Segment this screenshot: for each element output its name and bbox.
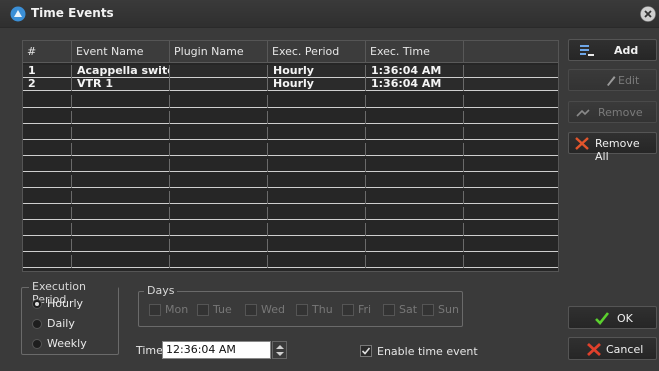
radio-daily-label: Daily [47,317,75,330]
exec-time-cell: 1:36:04 AM [366,65,464,78]
radio-hourly-label: Hourly [47,297,84,310]
empty-row [23,239,558,252]
time-input[interactable]: 12:36:04 AM [162,341,271,359]
ok-button-label: OK [617,312,633,325]
column-header-plugin-name[interactable]: Plugin Name [170,41,268,63]
radio-button[interactable] [32,299,42,309]
time-events-dialog: Time Events # Event Name Plugin Name Exe… [0,0,659,371]
enable-time-event-label: Enable time event [377,345,478,358]
time-spinner[interactable] [272,341,287,359]
checkbox[interactable] [360,345,372,357]
extra-cell [464,78,558,91]
cancel-button-label: Cancel [606,343,644,356]
extra-cell [464,65,558,78]
empty-row [23,159,558,172]
title-bar: Time Events [0,0,659,28]
execution-period-group: Execution Period Hourly Daily Weekly [21,280,119,355]
pencil-icon [607,76,616,86]
checkbox[interactable] [245,304,257,316]
column-header-number[interactable]: # [23,41,72,63]
events-table[interactable]: # Event Name Plugin Name Exec. Period Ex… [22,40,559,272]
exec-time-cell: 1:36:04 AM [366,78,464,91]
close-icon[interactable] [640,6,656,22]
column-header-extra [464,41,558,63]
edit-button[interactable]: Edit [568,69,657,91]
app-logo-icon [10,6,26,22]
checkbox[interactable] [383,304,395,316]
add-button[interactable]: Add [568,39,657,61]
radio-button[interactable] [32,319,42,329]
empty-row [23,207,558,220]
days-group: Days Mon Tue Wed Thu Fri Sat Sun [138,284,463,327]
radio-weekly-label: Weekly [47,337,87,350]
radio-button[interactable] [32,339,42,349]
empty-row [23,95,558,108]
checkmark-icon [361,347,371,355]
empty-row [23,255,558,268]
time-label: Time [136,344,163,357]
column-header-exec-period[interactable]: Exec. Period [268,41,366,63]
ok-button[interactable]: OK [568,306,657,329]
edit-button-label: Edit [618,74,640,87]
remove-arrow-icon [576,109,590,117]
event-name-cell: Acappella switc... [72,65,170,78]
remove-button-label: Remove [598,106,643,119]
plugin-name-cell [170,78,268,91]
table-row[interactable]: 1 Acappella switc... Hourly 1:36:04 AM [23,65,558,78]
table-row[interactable]: 2 VTR 1 Hourly 1:36:04 AM [23,78,558,91]
exec-period-cell: Hourly [268,78,366,91]
days-title: Days [144,284,178,297]
column-header-exec-time[interactable]: Exec. Time [366,41,464,63]
checkbox[interactable] [422,304,434,316]
event-name-cell: VTR 1 [72,78,170,91]
checkbox[interactable] [197,304,209,316]
checkbox[interactable] [296,304,308,316]
day-label: Sun [438,303,459,316]
checkmark-icon [595,312,610,325]
cancel-button[interactable]: Cancel [568,337,657,360]
window-title: Time Events [31,6,114,20]
plugin-name-cell [170,65,268,78]
empty-row [23,223,558,236]
spin-up-icon[interactable] [276,345,284,349]
cancel-x-icon [587,342,601,357]
add-button-label: Add [614,44,639,57]
empty-row [23,127,558,140]
empty-row [23,191,558,204]
row-number: 2 [23,78,72,91]
day-label: Thu [312,303,333,316]
day-label: Wed [261,303,285,316]
day-label: Sat [399,303,418,316]
empty-row [23,175,558,188]
column-header-event-name[interactable]: Event Name [72,41,170,63]
day-label: Mon [165,303,189,316]
row-number: 1 [23,65,72,78]
checkbox[interactable] [149,304,161,316]
empty-row [23,143,558,156]
spin-down-icon[interactable] [276,352,284,356]
checkbox[interactable] [342,304,354,316]
remove-all-button-label: Remove All [595,137,640,163]
day-label: Tue [213,303,232,316]
add-list-icon [580,45,594,56]
empty-row [23,111,558,124]
table-header: # Event Name Plugin Name Exec. Period Ex… [23,41,558,63]
day-label: Fri [358,303,372,316]
delete-x-icon [575,137,589,150]
exec-period-cell: Hourly [268,65,366,78]
remove-button[interactable]: Remove [568,101,657,123]
remove-all-button[interactable]: Remove All [568,132,657,163]
